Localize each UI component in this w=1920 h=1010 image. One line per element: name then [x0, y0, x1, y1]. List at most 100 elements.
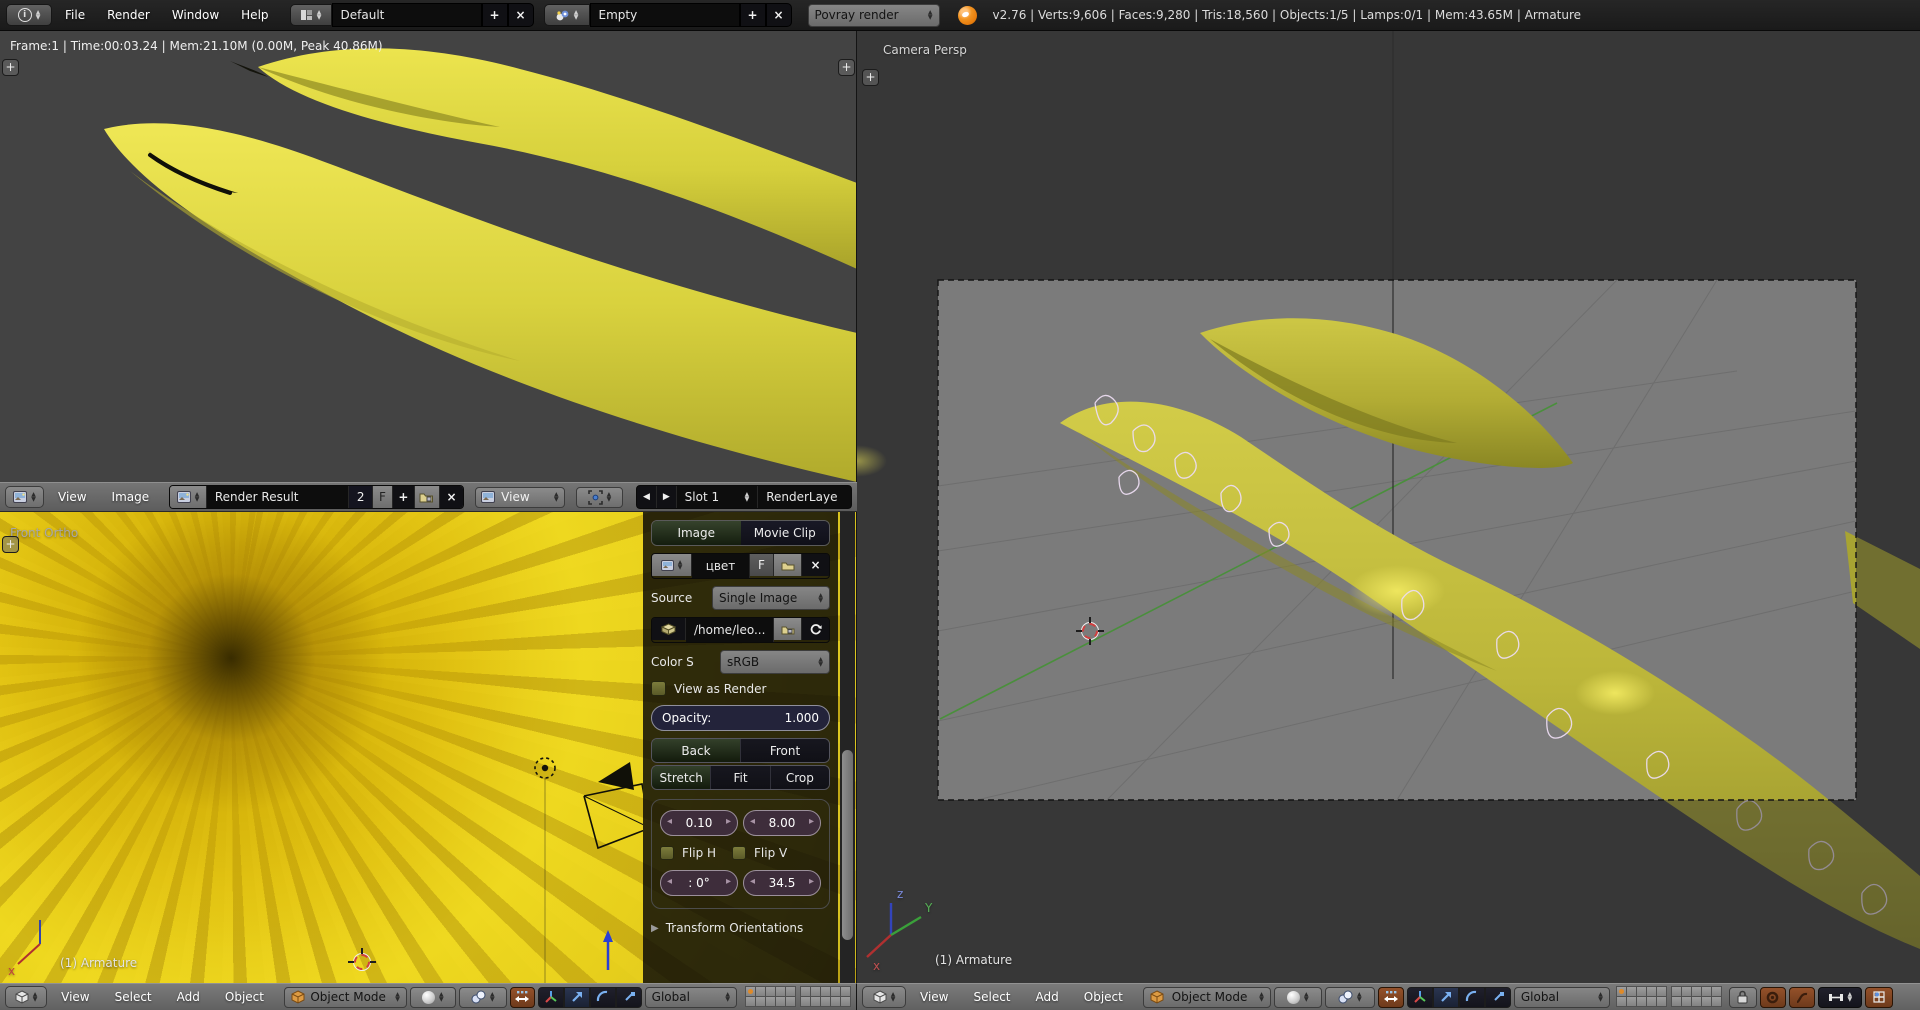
menu-select[interactable]: Select — [962, 990, 1021, 1004]
screen-layout-field[interactable]: Default — [332, 3, 482, 27]
screen-layout-close-button[interactable]: × — [508, 3, 534, 27]
menu-render[interactable]: Render — [96, 8, 161, 22]
image-datablock-icon-button[interactable] — [652, 618, 686, 640]
open-image-button[interactable] — [415, 486, 440, 508]
scrollbar-thumb[interactable] — [842, 750, 853, 940]
menu-image[interactable]: Image — [101, 490, 161, 504]
orientation-select[interactable]: Global ▲▼ — [1514, 987, 1610, 1008]
manip-axis-button[interactable] — [1407, 987, 1433, 1008]
shading-select[interactable]: ▲▼ — [410, 987, 456, 1008]
lock-to-scene-button[interactable] — [1729, 987, 1757, 1008]
editor-type-button-info[interactable]: i ▲▼ — [6, 4, 52, 26]
snap-element-select[interactable]: ▲▼ — [1818, 987, 1862, 1008]
menu-file[interactable]: File — [54, 8, 96, 22]
filepath-field[interactable]: /home/leo... — [686, 618, 774, 642]
colorspace-select[interactable]: sRGB ▲▼ — [720, 650, 830, 674]
frame-stretch-button[interactable]: Stretch — [652, 766, 711, 789]
flip-h-checkbox[interactable] — [660, 846, 674, 860]
decrement-arrow-icon[interactable]: ◂ — [750, 876, 755, 887]
open-file-button[interactable] — [774, 618, 802, 640]
layer-grid[interactable] — [1672, 987, 1722, 1007]
image-users-count[interactable]: 2 — [349, 486, 372, 508]
render-layer-select[interactable]: RenderLaye — [758, 486, 851, 508]
prev-slot-button[interactable]: ◀ — [637, 486, 657, 508]
manip-scale-button[interactable] — [1485, 987, 1511, 1008]
menu-object[interactable]: Object — [214, 990, 275, 1004]
menu-view[interactable]: View — [909, 990, 959, 1004]
unlink-image-button[interactable]: × — [802, 554, 829, 576]
depth-back-button[interactable]: Back — [652, 739, 741, 762]
opengl-render-button[interactable] — [1865, 987, 1893, 1008]
proportional-editing-button[interactable] — [1789, 987, 1815, 1008]
offset-y-field[interactable]: ◂ 8.00 ▸ — [743, 810, 821, 836]
render-slot-select[interactable]: Slot 1 ▲▼ — [677, 486, 759, 508]
manip-rotate-button[interactable] — [590, 987, 616, 1008]
region-expand-button[interactable]: + — [862, 69, 879, 86]
menu-add[interactable]: Add — [1025, 990, 1070, 1004]
mode-select[interactable]: Object Mode ▲▼ — [1143, 987, 1271, 1008]
viewport-camera-persp[interactable]: Camera Persp z Y x (1) Armature + — [857, 31, 1920, 983]
increment-arrow-icon[interactable]: ▸ — [809, 876, 814, 887]
render-engine-select[interactable]: Povray render ▲▼ — [808, 4, 940, 27]
increment-arrow-icon[interactable]: ▸ — [726, 816, 731, 827]
fake-user-button[interactable]: F — [373, 486, 393, 508]
menu-view[interactable]: View — [50, 990, 100, 1004]
manipulator-toggle-button[interactable] — [1378, 987, 1404, 1008]
panel-scrollbar[interactable] — [840, 512, 855, 983]
increment-arrow-icon[interactable]: ▸ — [809, 816, 814, 827]
bgimage-browse-button[interactable]: ▲▼ — [652, 554, 692, 576]
manip-translate-button[interactable] — [564, 987, 590, 1008]
region-expand-button[interactable]: + — [2, 59, 19, 76]
layer-grid[interactable] — [1617, 987, 1667, 1007]
reload-image-button[interactable] — [802, 618, 829, 640]
pivot-select[interactable]: ▲▼ — [576, 487, 623, 508]
menu-object[interactable]: Object — [1073, 990, 1134, 1004]
tab-movie-clip[interactable]: Movie Clip — [741, 521, 830, 545]
manip-rotate-button[interactable] — [1459, 987, 1485, 1008]
depth-front-button[interactable]: Front — [741, 739, 829, 762]
fake-user-button[interactable]: F — [750, 554, 774, 576]
increment-arrow-icon[interactable]: ▸ — [726, 876, 731, 887]
menu-window[interactable]: Window — [161, 8, 230, 22]
manipulator-toggle-button[interactable] — [510, 987, 535, 1008]
next-slot-button[interactable]: ▶ — [657, 486, 677, 508]
orientation-select[interactable]: Global ▲▼ — [645, 987, 737, 1008]
manip-scale-button[interactable] — [616, 987, 642, 1008]
new-image-button[interactable]: + — [393, 486, 415, 508]
image-browse-button[interactable]: ▲▼ — [170, 486, 207, 508]
editor-type-button-3dview[interactable]: ▲▼ — [5, 986, 47, 1008]
view-as-render-checkbox[interactable] — [651, 681, 666, 696]
opacity-slider[interactable]: Opacity: 1.000 — [651, 705, 830, 731]
offset-x-field[interactable]: ◂ 0.10 ▸ — [660, 810, 738, 836]
manip-axis-button[interactable] — [538, 987, 564, 1008]
pivot-point-select[interactable]: ▲▼ — [1325, 987, 1375, 1008]
scene-browse-button[interactable]: ▲▼ — [544, 4, 590, 26]
viewport-front-ortho[interactable]: Front Ortho (1) Armature x + Image Movie… — [0, 512, 857, 983]
unlink-image-button[interactable]: × — [440, 486, 463, 508]
menu-view[interactable]: View — [47, 490, 97, 504]
editor-type-button-3dview[interactable]: ▲▼ — [862, 986, 906, 1008]
image-name-field[interactable]: Render Result — [207, 486, 350, 508]
layer-grid[interactable] — [746, 987, 796, 1007]
manip-translate-button[interactable] — [1433, 987, 1459, 1008]
snap-toggle-button[interactable] — [1760, 987, 1786, 1008]
image-view-mode-select[interactable]: View ▲▼ — [475, 487, 564, 508]
source-select[interactable]: Single Image ▲▼ — [712, 586, 830, 610]
menu-select[interactable]: Select — [104, 990, 163, 1004]
frame-crop-button[interactable]: Crop — [771, 766, 829, 789]
mode-select[interactable]: Object Mode ▲▼ — [284, 987, 407, 1008]
scene-field[interactable]: Empty — [590, 3, 740, 27]
editor-type-button-image[interactable]: ▲▼ — [5, 486, 44, 508]
tab-image[interactable]: Image — [652, 521, 741, 545]
pivot-point-select[interactable]: ▲▼ — [459, 987, 507, 1008]
screen-layout-browse-button[interactable]: ▲▼ — [290, 4, 332, 26]
decrement-arrow-icon[interactable]: ◂ — [667, 816, 672, 827]
region-expand-button[interactable]: + — [838, 59, 855, 76]
menu-help[interactable]: Help — [230, 8, 279, 22]
scene-close-button[interactable]: × — [766, 3, 792, 27]
open-image-button[interactable] — [774, 554, 802, 576]
decrement-arrow-icon[interactable]: ◂ — [667, 876, 672, 887]
flip-v-checkbox[interactable] — [732, 846, 746, 860]
layer-grid[interactable] — [801, 987, 851, 1007]
frame-fit-button[interactable]: Fit — [711, 766, 770, 789]
